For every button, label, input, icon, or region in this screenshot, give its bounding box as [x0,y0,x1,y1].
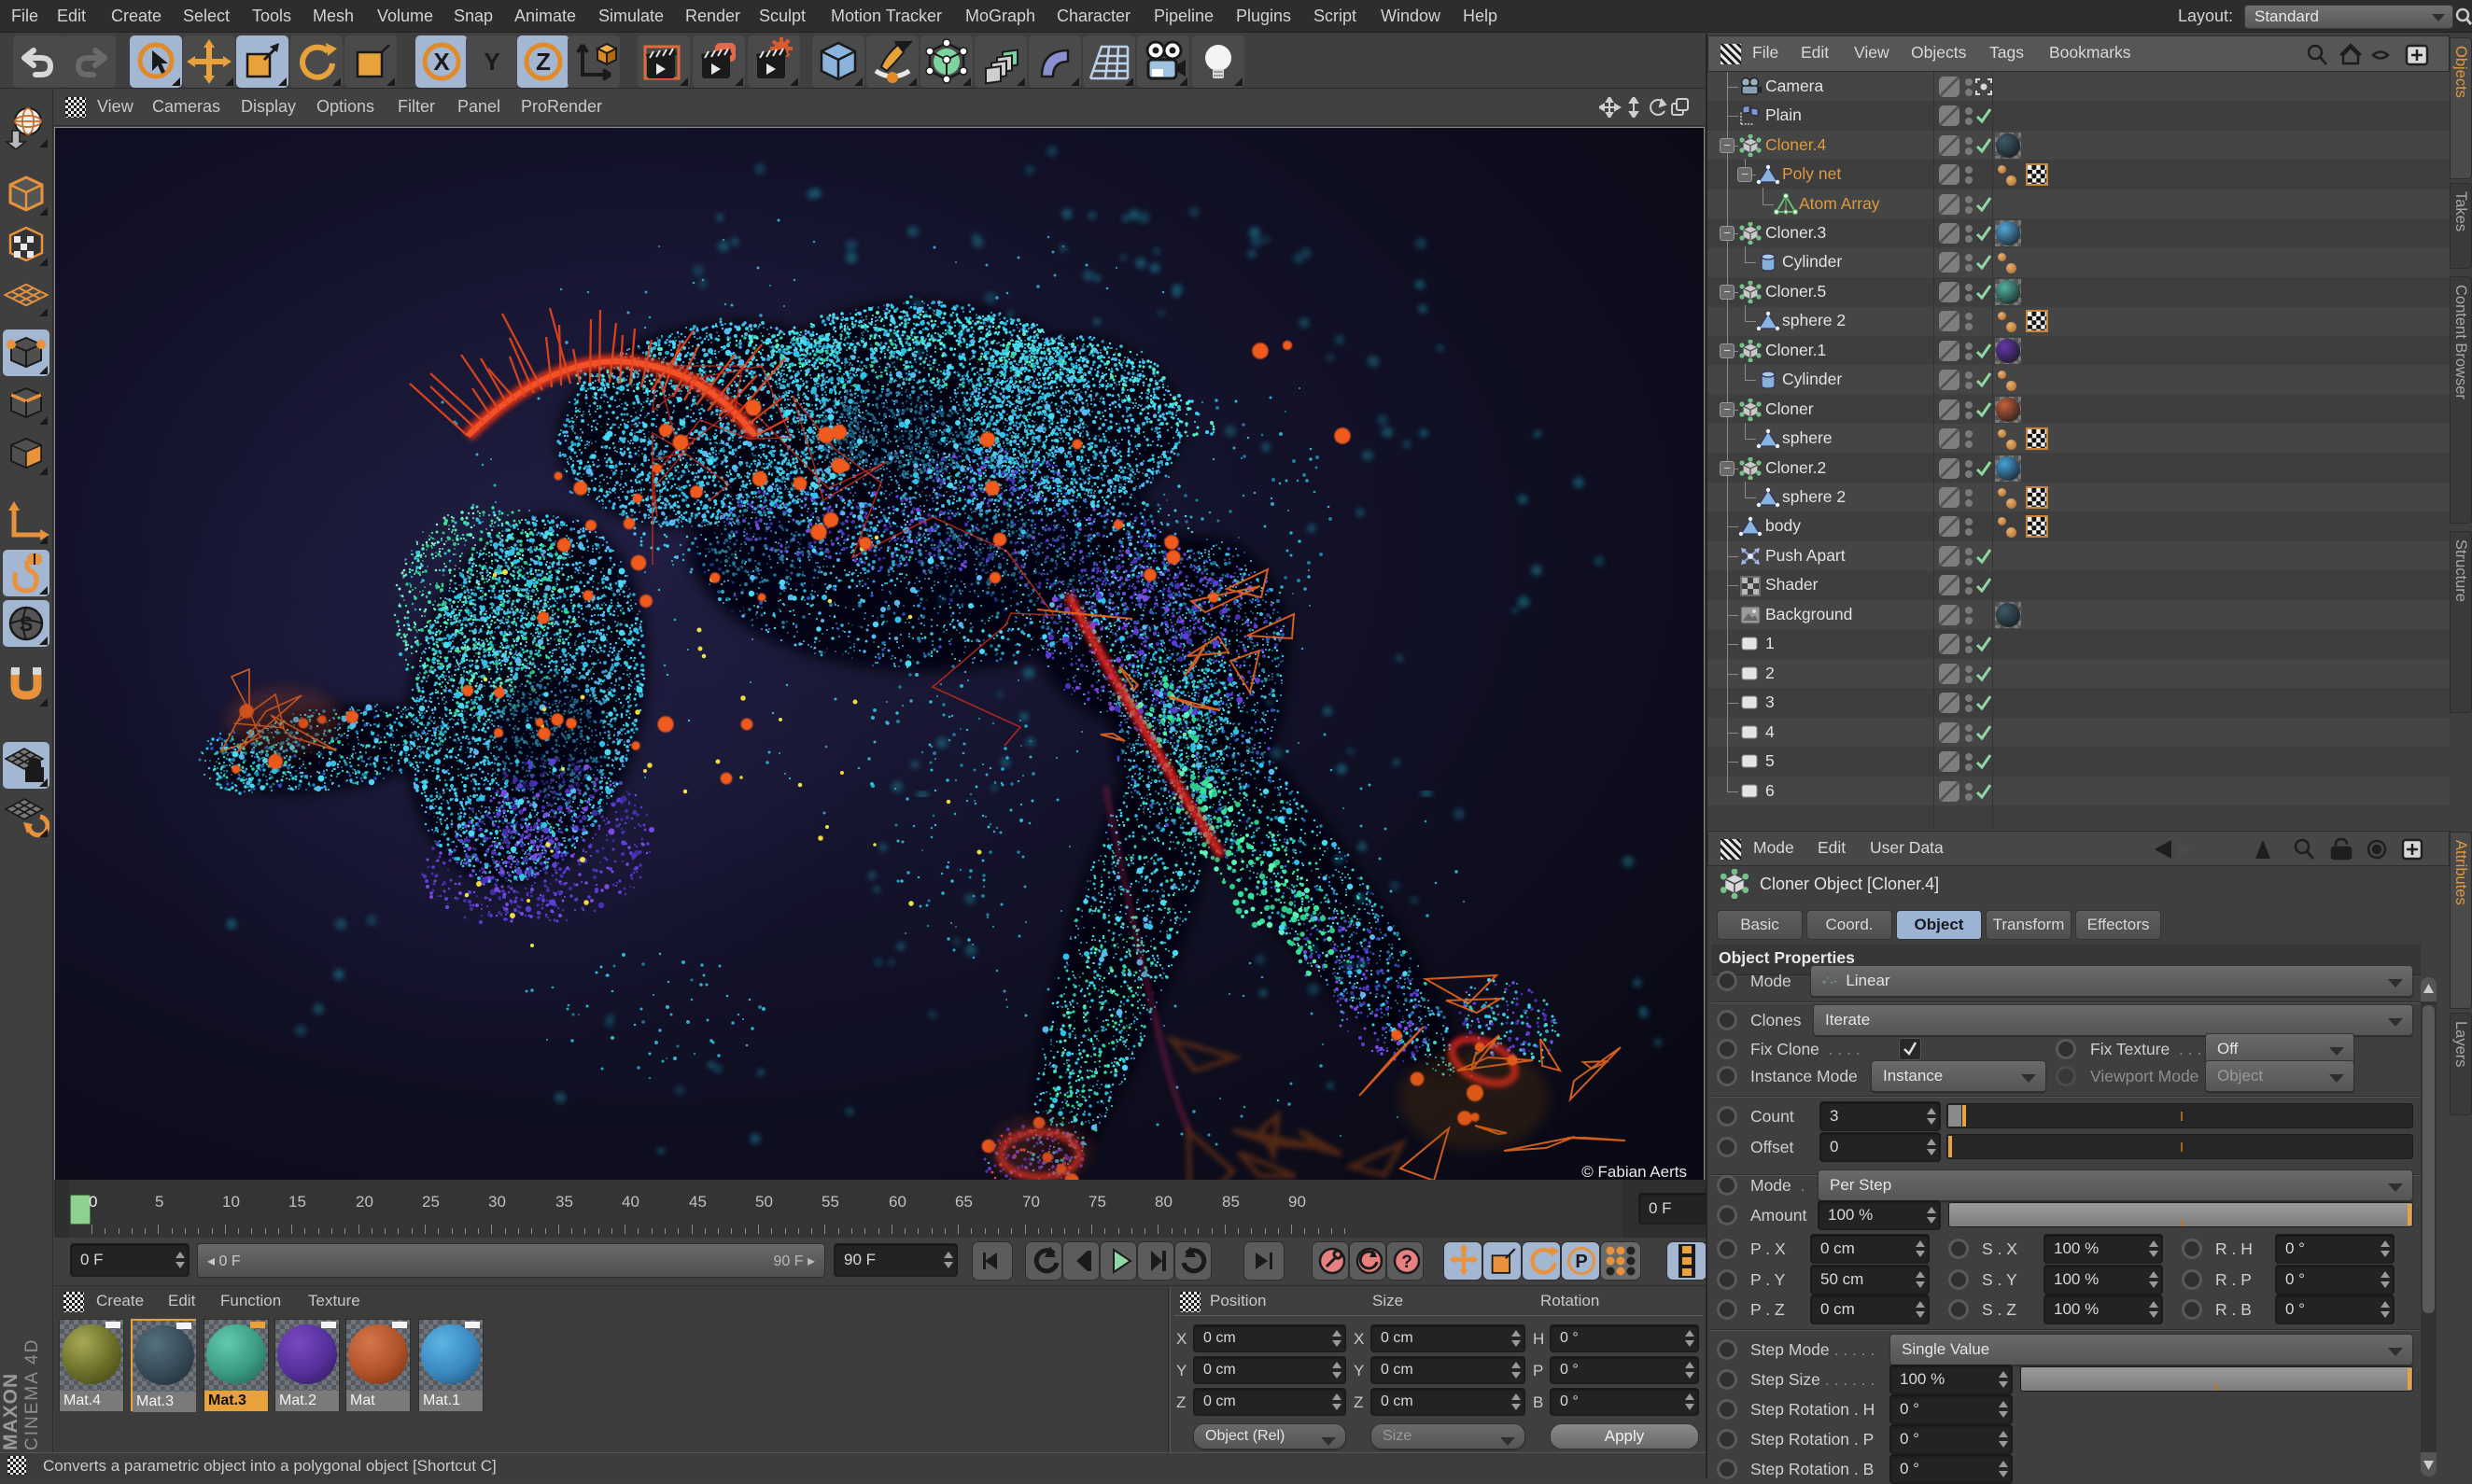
svg-text:S: S [20,612,34,636]
svg-text:© Fabian Aerts: © Fabian Aerts [1581,1163,1687,1180]
svg-text:X: X [433,48,450,76]
svg-text:P: P [1575,1252,1587,1272]
svg-text:Z: Z [536,48,551,76]
svg-text:Y: Y [484,48,499,76]
svg-text:?: ? [1401,1253,1412,1272]
